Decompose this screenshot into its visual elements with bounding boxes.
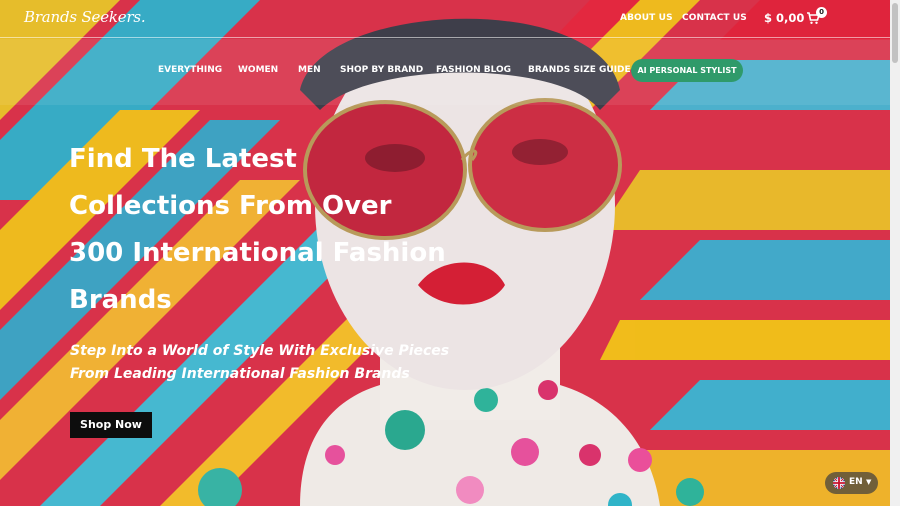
subhead-line: From Leading International Fashion Brand… — [70, 365, 410, 382]
uk-flag-icon — [833, 477, 845, 489]
contact-us-link[interactable]: CONTACT US — [682, 13, 747, 23]
hero-headline: Find The Latest Collections From Over 30… — [69, 136, 489, 324]
nav-women[interactable]: WOMEN — [238, 65, 278, 75]
headline-line: Find The Latest — [69, 144, 297, 174]
language-label: EN — [849, 477, 863, 487]
top-bar: Brands Seekers. ABOUT US CONTACT US $ 0,… — [0, 0, 890, 38]
headline-line: 300 International Fashion — [69, 238, 446, 268]
scrollbar-thumb[interactable] — [892, 3, 898, 63]
language-switcher[interactable]: EN ▼ — [825, 472, 878, 494]
nav-fashion-blog[interactable]: FASHION BLOG — [436, 65, 511, 75]
shop-now-button[interactable]: Shop Now — [70, 412, 152, 438]
cart-count-badge: 0 — [816, 7, 827, 18]
subhead-line: Step Into a World of Style With Exclusiv… — [70, 343, 450, 359]
main-nav: EVERYTHING WOMEN MEN SHOP BY BRAND FASHI… — [0, 39, 890, 105]
headline-line: Brands — [69, 285, 172, 315]
hero-subheading: Step Into a World of Style With Exclusiv… — [70, 340, 450, 385]
logo[interactable]: Brands Seekers. — [24, 8, 146, 26]
nav-everything[interactable]: EVERYTHING — [158, 65, 222, 75]
ai-personal-stylist-button[interactable]: AI PERSONAL STYLIST — [631, 59, 743, 82]
about-us-link[interactable]: ABOUT US — [620, 13, 673, 23]
nav-brands-size-guide[interactable]: BRANDS SIZE GUIDE — [528, 65, 631, 75]
nav-shop-by-brand[interactable]: SHOP BY BRAND — [340, 65, 423, 75]
cart-total[interactable]: $ 0,00 — [764, 11, 804, 25]
nav-men[interactable]: MEN — [298, 65, 321, 75]
caret-down-icon: ▼ — [866, 478, 872, 486]
headline-line: Collections From Over — [69, 191, 392, 221]
page-scrollbar[interactable] — [890, 0, 900, 506]
